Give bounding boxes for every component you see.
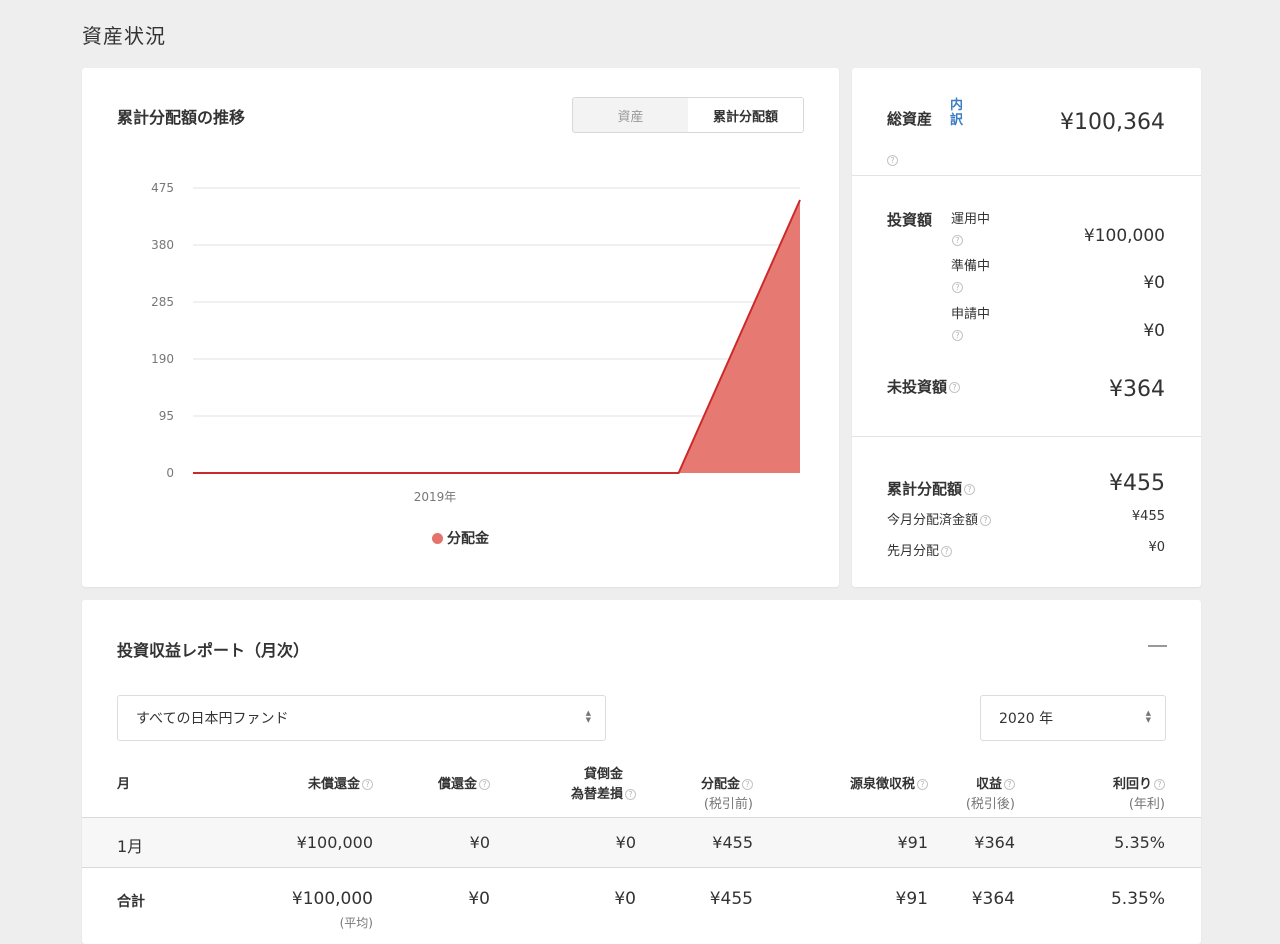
row-income: ¥364 [974, 833, 1015, 852]
fund-select[interactable]: すべての日本円ファンド ▲ ▼ [117, 695, 606, 741]
operating-label: 運用中 [951, 212, 991, 227]
header-yield: 利回り [1112, 777, 1152, 792]
last-month-value: ¥0 [1148, 540, 1165, 555]
header-yield-help-icon[interactable]: ? [1154, 779, 1165, 790]
header-redeemed: 償還金 [437, 777, 477, 792]
collapse-icon[interactable] [1148, 645, 1167, 647]
cumulative-distribution-label: 累計分配額 [887, 480, 963, 498]
total-income: ¥364 [971, 889, 1015, 909]
total-unredeemed-sub: (平均) [339, 916, 373, 930]
y-tick-label: 0 [166, 466, 174, 480]
y-tick-label: 285 [151, 295, 174, 309]
total-unredeemed: ¥100,000 [291, 889, 373, 909]
header-income-sub: (税引後) [965, 797, 1015, 812]
divider [852, 175, 1201, 176]
row-loss: ¥0 [615, 833, 636, 852]
operating-help-icon[interactable]: ? [952, 235, 963, 246]
y-tick-label: 190 [151, 352, 174, 366]
header-tax: 源泉徴収税 [849, 777, 915, 792]
page-title: 資産状況 [82, 24, 166, 48]
row-divider [82, 867, 1201, 868]
operating-value: ¥100,000 [1083, 226, 1165, 246]
total-label: 合計 [117, 894, 145, 910]
report-title: 投資収益レポート（月次） [117, 641, 310, 660]
header-unredeemed-help-icon[interactable]: ? [362, 779, 373, 790]
preparing-label: 準備中 [951, 259, 991, 274]
legend-label: 分配金 [447, 531, 489, 547]
row-distribution: ¥455 [712, 833, 753, 852]
header-distribution-sub: (税引前) [703, 797, 753, 812]
last-month-help-icon[interactable]: ? [941, 546, 953, 557]
preparing-value: ¥0 [1143, 273, 1165, 293]
year-select-value: 2020 年 [999, 711, 1054, 727]
applying-label: 申請中 [951, 307, 991, 322]
total-yield: 5.35% [1110, 889, 1165, 909]
asset-summary-card: 総資産 内訳 ¥100,364 ? 投資額 運用中 ? ¥100,000 準備中… [852, 68, 1201, 587]
total-distribution: ¥455 [709, 889, 753, 909]
legend-swatch [432, 532, 443, 544]
breakdown-link[interactable]: 内訳 [950, 98, 966, 128]
chart-legend[interactable]: 分配金 [82, 528, 839, 548]
this-month-value: ¥455 [1131, 509, 1165, 524]
applying-help-icon[interactable]: ? [952, 330, 963, 341]
cumulative-help-icon[interactable]: ? [964, 484, 976, 495]
uninvested-label: 未投資額 [887, 378, 948, 396]
header-loss-2: 為替差損 [570, 787, 623, 802]
uninvested-help-icon[interactable]: ? [949, 382, 961, 393]
uninvested-value: ¥364 [1109, 377, 1165, 402]
table-row [82, 818, 1201, 867]
header-distribution: 分配金 [700, 777, 740, 792]
header-income: 収益 [975, 777, 1002, 792]
total-tax: ¥91 [895, 889, 928, 909]
row-unredeemed: ¥100,000 [296, 833, 373, 852]
divider [852, 436, 1201, 437]
investment-report-card: 投資収益レポート（月次） すべての日本円ファンド ▲ ▼ 2020 年 ▲ ▼ 月 … [82, 600, 1201, 944]
series-area [193, 200, 800, 473]
last-month-label: 先月分配 [887, 544, 940, 559]
total-loss: ¥0 [614, 889, 636, 909]
year-select[interactable]: 2020 年 ▲ ▼ [980, 695, 1166, 741]
preparing-help-icon[interactable]: ? [952, 282, 963, 293]
cumulative-distribution-value: ¥455 [1109, 471, 1165, 496]
fund-select-value: すべての日本円ファンド [136, 711, 289, 727]
header-unredeemed: 未償還金 [307, 777, 360, 792]
row-tax: ¥91 [897, 833, 928, 852]
this-month-help-icon[interactable]: ? [980, 515, 992, 526]
y-tick-label: 380 [151, 238, 174, 252]
applying-value: ¥0 [1143, 321, 1165, 341]
select-arrows-icon: ▲ ▼ [1145, 709, 1151, 724]
y-tick-label: 475 [151, 181, 174, 195]
row-yield: 5.35% [1114, 833, 1165, 852]
area-chart: 0 95 190 285 380 475 2019年 [151, 181, 801, 504]
header-loss-1: 貸倒金 [583, 767, 623, 782]
distribution-chart-card: 累計分配額の推移 資産 累計分配額 0 95 190 285 380 475 2019年 分… [82, 68, 839, 587]
row-month: 1月 [117, 837, 144, 856]
this-month-label: 今月分配済金額 [887, 513, 979, 528]
header-income-help-icon[interactable]: ? [1004, 779, 1015, 790]
header-redeemed-help-icon[interactable]: ? [479, 779, 490, 790]
investment-label: 投資額 [887, 211, 933, 229]
header-loss-help-icon[interactable]: ? [625, 789, 636, 800]
x-tick-label: 2019年 [414, 490, 457, 504]
header-yield-sub: (年利) [1128, 797, 1165, 812]
header-month: 月 [117, 777, 131, 792]
row-redeemed: ¥0 [469, 833, 490, 852]
header-tax-help-icon[interactable]: ? [917, 779, 928, 790]
header-distribution-help-icon[interactable]: ? [742, 779, 753, 790]
total-redeemed: ¥0 [468, 889, 490, 909]
select-arrows-icon: ▲ ▼ [585, 709, 591, 724]
total-assets-value: ¥100,364 [1060, 110, 1165, 135]
y-tick-label: 95 [159, 409, 174, 423]
total-assets-help-icon[interactable]: ? [887, 155, 898, 166]
total-assets-label: 総資産 [887, 110, 933, 128]
